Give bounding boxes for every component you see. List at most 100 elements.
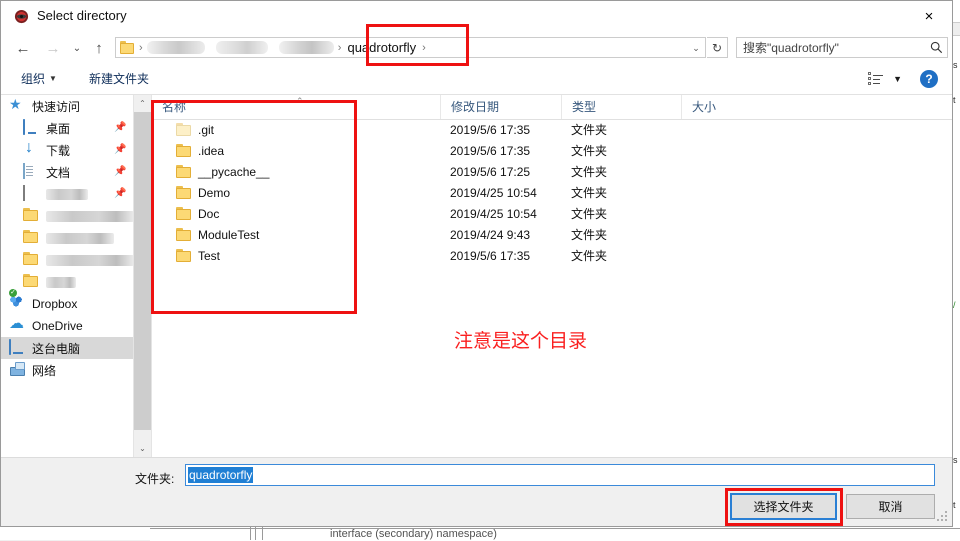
navigation-list: 快速访问 桌面 📌 下载 📌 文档 📌 📌 ✓ Dropbox OneDrive 这台电脑 网络: [1, 95, 134, 381]
view-mode-chevron-icon[interactable]: ▼: [893, 74, 902, 84]
dropbox-icon: ✓: [9, 289, 27, 312]
folder-name-input[interactable]: quadrotorfly: [185, 464, 935, 486]
download-icon: [23, 142, 41, 158]
resize-grip[interactable]: [936, 511, 947, 522]
pin-icon[interactable]: 📌: [114, 188, 126, 199]
table-row[interactable]: ModuleTest 2019/4/24 9:43 文件夹: [152, 224, 952, 245]
scroll-up-arrow-icon[interactable]: ⌃: [134, 95, 151, 112]
file-list-pane: ⌃ 名称 修改日期 类型 大小 .git 2019/5/6 17:35 文件夹 .idea 2…: [152, 95, 952, 457]
cancel-button[interactable]: 取消: [846, 494, 935, 519]
file-type-cell: 文件夹: [571, 228, 608, 242]
pin-icon[interactable]: 📌: [114, 166, 126, 177]
column-header-size[interactable]: 大小: [681, 95, 773, 119]
file-type-cell: 文件夹: [571, 165, 608, 179]
sidebar-item-label-blurred: [46, 276, 76, 288]
star-icon: [9, 98, 27, 114]
recent-locations-button[interactable]: ⌄: [67, 38, 87, 58]
close-button[interactable]: ×: [906, 1, 952, 31]
refresh-button[interactable]: ↻: [707, 37, 728, 58]
folder-icon: [23, 230, 41, 246]
table-row[interactable]: Doc 2019/4/25 10:54 文件夹: [152, 203, 952, 224]
breadcrumb[interactable]: › › quadrotorfly › ⌄: [115, 37, 706, 58]
file-modified-cell: 2019/5/6 17:25: [450, 164, 531, 179]
file-modified-cell: 2019/4/24 9:43: [450, 227, 531, 242]
column-header-modified[interactable]: 修改日期: [440, 95, 561, 119]
background-tab-divider: [255, 526, 263, 540]
sidebar-item-blurred-8[interactable]: [1, 271, 134, 293]
folder-icon: [176, 186, 192, 199]
column-header-type[interactable]: 类型: [561, 95, 681, 119]
file-modified-cell: 2019/4/25 10:54: [450, 185, 537, 200]
navigation-scrollbar[interactable]: ⌃ ⌄: [133, 95, 151, 457]
file-name-cell: ModuleTest: [152, 228, 440, 242]
breadcrumb-segment-blurred[interactable]: [278, 41, 334, 54]
sidebar-item-label: Dropbox: [32, 297, 78, 311]
sidebar-item-OneDrive[interactable]: OneDrive: [1, 315, 134, 337]
sidebar-item-blurred-4[interactable]: 📌: [1, 183, 134, 205]
organize-label: 组织: [21, 72, 46, 86]
pin-icon[interactable]: 📌: [114, 144, 126, 155]
breadcrumb-separator: ›: [422, 41, 426, 54]
folder-name-value: quadrotorfly: [188, 467, 254, 483]
chevron-down-icon[interactable]: ⌄: [689, 41, 703, 55]
title-bar: Select directory ×: [1, 1, 952, 31]
search-input[interactable]: 搜索"quadrotorfly": [736, 37, 948, 58]
sidebar-item-label: OneDrive: [32, 319, 83, 333]
pin-icon[interactable]: 📌: [114, 122, 126, 133]
background-code-line: t: [953, 95, 956, 104]
breadcrumb-separator: [268, 42, 279, 54]
table-row[interactable]: .idea 2019/5/6 17:35 文件夹: [152, 140, 952, 161]
breadcrumb-segment-blurred[interactable]: [215, 41, 268, 54]
table-row[interactable]: Test 2019/5/6 17:35 文件夹: [152, 245, 952, 266]
background-strip: [150, 528, 960, 541]
sidebar-item-下载[interactable]: 下载 📌: [1, 139, 134, 161]
sidebar-item-文档[interactable]: 文档 📌: [1, 161, 134, 183]
sidebar-item-label-blurred: [46, 188, 88, 200]
select-folder-button[interactable]: 选择文件夹: [730, 493, 837, 520]
window-title: Select directory: [37, 8, 127, 23]
file-modified-cell: 2019/5/6 17:35: [450, 248, 531, 263]
scrollbar-thumb[interactable]: [134, 112, 151, 430]
file-type-cell: 文件夹: [571, 144, 608, 158]
background-code-line: /: [953, 300, 956, 309]
table-row[interactable]: Demo 2019/4/25 10:54 文件夹: [152, 182, 952, 203]
breadcrumb-separator: [205, 42, 216, 54]
view-mode-icon[interactable]: [868, 71, 886, 86]
file-name-label: .idea: [198, 143, 225, 158]
help-button[interactable]: ?: [920, 70, 938, 88]
folder-icon: [23, 252, 41, 268]
forward-button[interactable]: →: [43, 38, 63, 58]
back-button[interactable]: ←: [13, 38, 33, 58]
sidebar-item-网络[interactable]: 网络: [1, 359, 134, 381]
file-name-cell: Demo: [152, 186, 440, 200]
sidebar-item-blurred-6[interactable]: [1, 227, 134, 249]
table-row[interactable]: __pycache__ 2019/5/6 17:25 文件夹: [152, 161, 952, 182]
dialog-body: 快速访问 桌面 📌 下载 📌 文档 📌 📌 ✓ Dropbox OneDrive 这台电脑 网络 ⌃ ⌄…: [1, 95, 952, 457]
document-icon: [23, 163, 41, 180]
monitor-icon: [23, 119, 41, 136]
sidebar-item-label: 网络: [32, 363, 57, 378]
scroll-down-arrow-icon[interactable]: ⌄: [134, 440, 151, 457]
sidebar-item-快速访问[interactable]: 快速访问: [1, 95, 134, 117]
table-row[interactable]: .git 2019/5/6 17:35 文件夹: [152, 119, 952, 140]
file-name-label: .git: [198, 122, 215, 137]
folder-icon: [176, 228, 192, 241]
organize-menu[interactable]: 组织 ▼: [21, 70, 57, 87]
folder-icon: [23, 274, 41, 290]
breadcrumb-segment-blurred[interactable]: [146, 41, 205, 54]
file-name-label: __pycache__: [198, 164, 270, 179]
sidebar-item-桌面[interactable]: 桌面 📌: [1, 117, 134, 139]
breadcrumb-current-folder[interactable]: quadrotorfly: [345, 40, 418, 55]
new-folder-button[interactable]: 新建文件夹: [89, 70, 149, 87]
sidebar-item-label-blurred: [46, 210, 134, 222]
command-bar: 组织 ▼ 新建文件夹 ▼ ?: [1, 64, 952, 95]
sort-indicator-icon: ⌃: [296, 96, 304, 106]
search-placeholder: 搜索"quadrotorfly": [743, 41, 839, 55]
column-header-row: 名称 修改日期 类型 大小: [152, 95, 952, 120]
search-icon: [925, 41, 947, 54]
sidebar-item-blurred-7[interactable]: [1, 249, 134, 271]
sidebar-item-blurred-5[interactable]: [1, 205, 134, 227]
up-button[interactable]: ↑: [89, 38, 109, 58]
sidebar-item-Dropbox[interactable]: ✓ Dropbox: [1, 289, 134, 315]
sidebar-item-这台电脑[interactable]: 这台电脑: [1, 337, 134, 359]
